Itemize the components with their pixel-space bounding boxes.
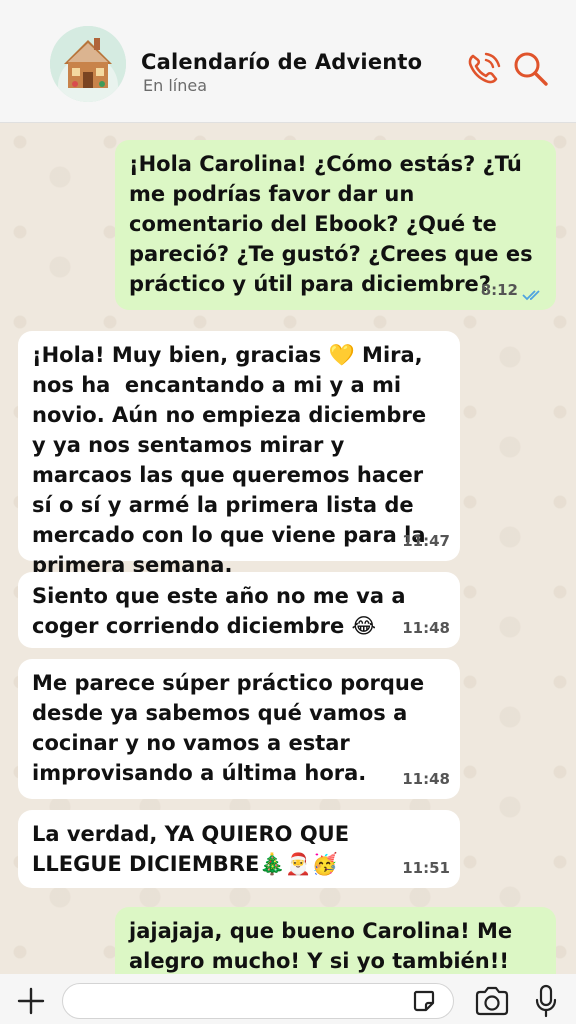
camera-icon[interactable] xyxy=(474,986,510,1016)
message-text: Siento que este año no me va a coger cor… xyxy=(32,584,413,638)
message-text: jajajaja, que bueno Carolina! Me alegro … xyxy=(129,919,513,973)
message-text: Me parece súper práctico porque desde ya… xyxy=(32,671,432,785)
message-time: 8:12 xyxy=(480,281,518,299)
message-bubble-incoming[interactable]: La verdad, YA QUIERO QUE LLEGUE DICIEMBR… xyxy=(18,810,460,888)
sticker-icon[interactable] xyxy=(412,989,436,1013)
message-input[interactable] xyxy=(62,983,454,1019)
message-composer xyxy=(0,974,576,1024)
message-bubble-incoming[interactable]: Siento que este año no me va a coger cor… xyxy=(18,572,460,648)
message-time: 11:48 xyxy=(402,619,450,637)
contact-name[interactable]: Calendarío de Adviento xyxy=(141,50,422,74)
message-time: 11:47 xyxy=(402,532,450,550)
double-check-icon xyxy=(522,290,540,301)
message-time: 11:51 xyxy=(402,859,450,877)
chat-header: Calendarío de Adviento En línea xyxy=(0,0,576,123)
plus-icon[interactable] xyxy=(16,986,46,1016)
phone-icon[interactable] xyxy=(464,50,502,88)
contact-avatar[interactable] xyxy=(50,26,126,102)
message-bubble-incoming[interactable]: ¡Hola! Muy bien, gracias 💛 Mira, nos ha … xyxy=(18,331,460,577)
message-bubble-outgoing[interactable]: jajajaja, que bueno Carolina! Me alegro … xyxy=(115,907,556,974)
message-time: 11:48 xyxy=(402,770,450,788)
gingerbread-house-icon xyxy=(50,26,126,102)
message-bubble-incoming[interactable]: Me parece súper práctico porque desde ya… xyxy=(18,659,460,799)
search-icon[interactable] xyxy=(512,50,550,88)
microphone-icon[interactable] xyxy=(534,984,558,1018)
message-bubble-outgoing[interactable]: ¡Hola Carolina! ¿Cómo estás? ¿Tú me podr… xyxy=(115,140,556,310)
message-text: ¡Hola! Muy bien, gracias 💛 Mira, nos ha … xyxy=(32,343,434,577)
message-text: La verdad, YA QUIERO QUE LLEGUE DICIEMBR… xyxy=(32,822,357,876)
contact-status: En línea xyxy=(143,76,208,95)
